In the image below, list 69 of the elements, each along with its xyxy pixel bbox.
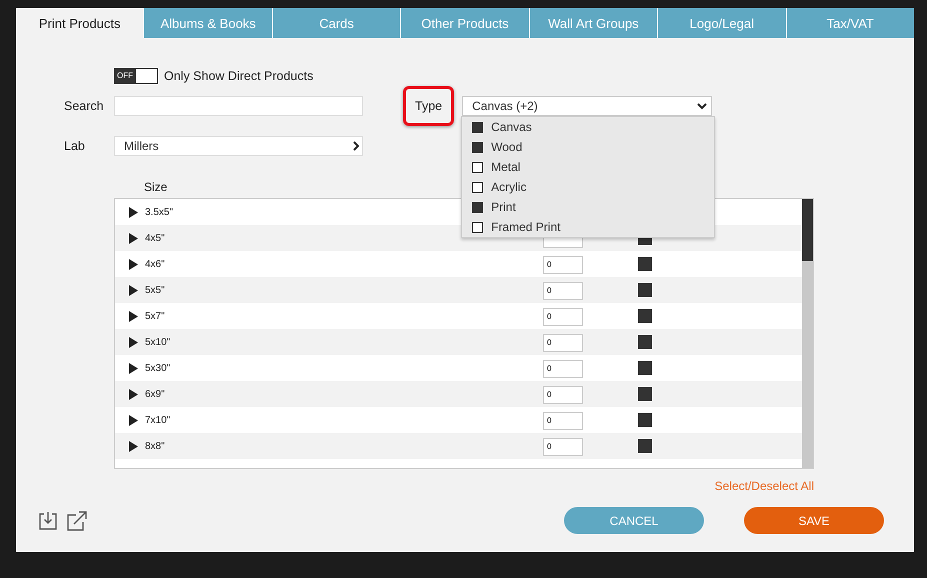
expand-arrow-icon[interactable] xyxy=(129,440,138,452)
scrollbar[interactable] xyxy=(802,199,813,468)
column-header: Size xyxy=(144,180,168,194)
option-label: Metal xyxy=(491,160,520,174)
export-icon[interactable] xyxy=(66,510,88,532)
expand-arrow-icon[interactable] xyxy=(129,310,138,322)
size-cell: 6x9" xyxy=(145,388,165,400)
quantity-field[interactable]: 0 xyxy=(543,308,583,326)
checkbox[interactable] xyxy=(638,257,652,271)
option-label: Canvas xyxy=(491,120,532,134)
size-cell: 8x8" xyxy=(145,440,165,452)
quantity-field[interactable]: 0 xyxy=(542,412,583,430)
menu-option[interactable]: Canvas xyxy=(462,117,714,137)
search-label: Search xyxy=(64,99,105,113)
menu-option[interactable]: Wood xyxy=(462,137,714,157)
lab-label: Lab xyxy=(64,139,86,153)
size-cell: 4x5" xyxy=(145,232,165,244)
checkbox[interactable] xyxy=(638,387,652,401)
option-label: Acrylic xyxy=(491,180,526,194)
search-field[interactable] xyxy=(114,96,363,116)
chevron-right-icon xyxy=(353,141,359,151)
option-label: Print xyxy=(491,200,516,214)
chevron-down-icon xyxy=(697,102,708,110)
quantity-field[interactable]: 0 xyxy=(542,334,583,352)
toggle-label: Only Show Direct Products xyxy=(164,69,314,83)
checkbox[interactable] xyxy=(638,335,652,349)
quantity-field[interactable]: 0 xyxy=(543,438,583,456)
expand-arrow-icon[interactable] xyxy=(129,206,138,218)
checkbox[interactable] xyxy=(638,413,652,427)
size-cell: 5x30" xyxy=(145,362,170,374)
type-dropdown[interactable]: Canvas (+2) xyxy=(462,96,712,116)
lab-selector[interactable]: Millers xyxy=(114,136,363,156)
checkbox[interactable] xyxy=(472,182,484,192)
checkbox[interactable] xyxy=(472,202,484,212)
menu-option[interactable]: Acrylic xyxy=(462,177,714,197)
type-label: Type xyxy=(403,86,454,126)
quantity-field[interactable]: 0 xyxy=(543,256,583,274)
expand-arrow-icon[interactable] xyxy=(129,336,138,348)
expand-arrow-icon[interactable] xyxy=(129,258,138,270)
size-cell: 7x10" xyxy=(145,414,170,426)
checkbox[interactable] xyxy=(472,122,484,132)
checkbox[interactable] xyxy=(638,309,652,323)
size-cell: 5x10" xyxy=(145,336,170,348)
expand-arrow-icon[interactable] xyxy=(129,388,138,400)
import-icon[interactable] xyxy=(38,510,58,530)
checkbox[interactable] xyxy=(638,439,652,453)
checkbox[interactable] xyxy=(638,361,652,375)
size-cell: 3.5x5" xyxy=(145,206,174,218)
save-button[interactable]: SAVE xyxy=(744,507,884,534)
menu-option[interactable]: Metal xyxy=(462,157,714,177)
quantity-field[interactable]: 0 xyxy=(543,282,583,300)
checkbox[interactable] xyxy=(638,283,652,297)
size-cell: 5x5" xyxy=(145,284,165,296)
quantity-field[interactable]: 0 xyxy=(543,386,583,404)
menu-option[interactable]: Print xyxy=(462,197,714,217)
quantity-field[interactable]: 0 xyxy=(542,360,583,378)
size-cell: 5x7" xyxy=(145,310,165,322)
checkbox[interactable] xyxy=(472,222,484,232)
checkbox[interactable] xyxy=(472,142,484,152)
expand-arrow-icon[interactable] xyxy=(129,284,138,296)
expand-arrow-icon[interactable] xyxy=(129,362,138,374)
size-cell: 4x6" xyxy=(145,258,165,270)
menu-option[interactable]: Framed Print xyxy=(462,217,714,237)
expand-arrow-icon[interactable] xyxy=(129,232,138,244)
checkbox[interactable] xyxy=(472,162,484,172)
option-label: Framed Print xyxy=(491,220,560,234)
expand-arrow-icon[interactable] xyxy=(129,414,138,426)
option-label: Wood xyxy=(491,140,522,154)
toggle-switch[interactable]: OFF xyxy=(114,68,158,84)
